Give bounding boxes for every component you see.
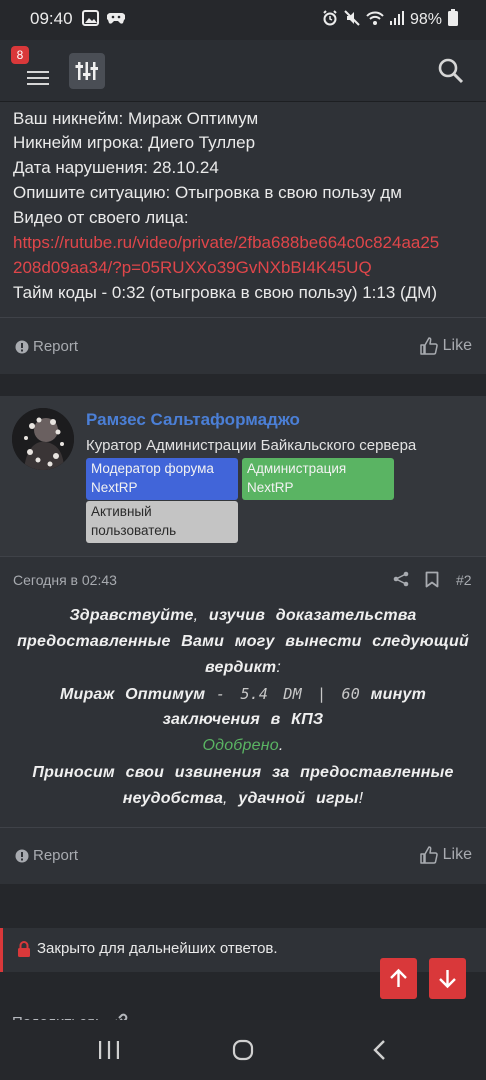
report-button[interactable]: Report: [15, 338, 78, 355]
badge-line: Администрация: [247, 461, 347, 476]
badge-line: пользователь: [91, 523, 177, 538]
penalty-text: - 5.4 DM | 60: [215, 685, 360, 703]
message-text: :: [276, 659, 281, 676]
scroll-bottom-button[interactable]: [429, 958, 466, 999]
like-label: Like: [442, 337, 472, 354]
sliders-icon: [75, 62, 98, 80]
post-text-line: Опишите ситуацию: Отыгровка в свою польз…: [13, 183, 402, 202]
message-line: Мираж Оптимум - 5.4 DM | 60 минут: [0, 685, 486, 704]
battery-percent: 98%: [409, 11, 442, 28]
report-label: Report: [33, 847, 79, 864]
message-text: Здравствуйте: [69, 607, 194, 624]
post-author-block: Рамзес Сальтаформаджо Куратор Администра…: [0, 396, 486, 556]
post-text-line: Никнейм игрока: Диего Туллер: [13, 133, 256, 152]
username-link[interactable]: Рамзес Сальтаформаджо: [86, 410, 300, 430]
video-link-continued[interactable]: 208d09aa34/?p=05RUXXo39GvNXbBI4K45UQ: [13, 258, 372, 278]
message-text: вердикт: [205, 659, 277, 676]
post-date[interactable]: Сегодня в 02:43: [13, 572, 117, 588]
message-text: удачной игры: [238, 790, 359, 807]
badge-line: NextRP: [247, 480, 294, 495]
timecodes-text: Тайм коды - 0:32 (отыгровка в свою польз…: [13, 283, 438, 302]
game-icon: [106, 10, 126, 26]
message-line: Приносим свои извинения за предоставленн…: [32, 764, 454, 781]
message-line: вердикт:: [0, 659, 486, 677]
message-text: неудобства: [122, 790, 224, 807]
message-line: предоставленные Вами могу вынести следую…: [17, 633, 469, 650]
message-line: неудобства, удачной игры!: [0, 790, 486, 808]
report-label: Report: [33, 338, 79, 355]
bookmark-icon[interactable]: [425, 571, 439, 593]
signal-icon: [389, 10, 404, 31]
back-icon: [373, 1040, 385, 1060]
badge-line: Модератор форума: [91, 461, 214, 476]
divider: [0, 827, 486, 828]
badge-moderator: Модератор форума NextRP: [86, 458, 238, 500]
video-link[interactable]: https://rutube.ru/video/private/2fba688b…: [13, 233, 439, 253]
status-bar: 09:40 98%: [0, 0, 486, 40]
message-text: изучив доказательства: [208, 607, 417, 624]
closed-text: Закрыто для дальнейших ответов.: [37, 940, 278, 957]
message-text: Мираж Оптимум: [59, 686, 206, 703]
post-number[interactable]: #2: [456, 572, 472, 588]
like-button[interactable]: Like: [419, 846, 472, 864]
thumbs-up-icon: [419, 846, 438, 864]
image-icon: [82, 10, 99, 26]
home-icon: [232, 1039, 254, 1061]
badge-line: Активный: [91, 504, 152, 519]
alarm-icon: [322, 9, 338, 31]
message-text: минут: [370, 686, 427, 703]
avatar[interactable]: [12, 408, 74, 470]
back-button[interactable]: [372, 1039, 388, 1066]
post-reply: Рамзес Сальтаформаджо Куратор Администра…: [0, 396, 486, 884]
alert-icon: [15, 849, 29, 862]
like-button[interactable]: Like: [419, 337, 472, 355]
message-text: !: [358, 790, 364, 807]
post-previous: Ваш никнейм: Мираж Оптимум Никнейм игрок…: [0, 102, 486, 374]
home-button[interactable]: [232, 1039, 254, 1066]
post-text-line: Видео от своего лица:: [13, 208, 189, 227]
search-icon: [438, 58, 464, 84]
post-text-line: Ваш никнейм: Мираж Оптимум: [13, 109, 259, 128]
badge-active-user: Активный пользователь: [86, 501, 238, 543]
message-text: .: [278, 737, 284, 754]
message-text: ,: [193, 607, 199, 624]
search-button[interactable]: [436, 56, 466, 86]
forum-logo[interactable]: [69, 53, 105, 89]
status-left-icons: [82, 10, 126, 26]
message-line: Одобрено.: [0, 737, 486, 755]
battery-icon: [448, 9, 458, 31]
message-text: ,: [223, 790, 228, 807]
message-line: Здравствуйте, изучив доказательства: [0, 607, 486, 625]
badge-line: NextRP: [91, 480, 138, 495]
divider: [0, 556, 486, 557]
status-time: 09:40: [30, 9, 73, 28]
approved-status: Одобрено: [202, 737, 279, 754]
user-title: Куратор Администрации Байкальского серве…: [86, 437, 417, 454]
thumbs-up-icon: [419, 337, 438, 355]
scroll-top-button[interactable]: [380, 958, 417, 999]
arrow-up-icon: [390, 968, 407, 987]
post-text-line: Дата нарушения: 28.10.24: [13, 158, 219, 177]
report-button[interactable]: Report: [15, 847, 78, 864]
notification-badge: 8: [11, 46, 29, 64]
message-line: заключения в КПЗ: [162, 711, 324, 728]
badge-administration: Администрация NextRP: [242, 458, 394, 500]
wifi-icon: [366, 10, 384, 31]
like-label: Like: [442, 846, 472, 863]
arrow-down-icon: [439, 970, 456, 989]
recent-apps-icon: [99, 1041, 119, 1059]
system-navigation-bar: [0, 1020, 486, 1080]
divider: [0, 317, 486, 318]
mute-icon: [344, 9, 360, 31]
alert-icon: [15, 340, 29, 353]
lock-icon: [17, 941, 31, 962]
status-right-icons: 98%: [322, 9, 458, 31]
share-icon[interactable]: [393, 571, 409, 592]
recent-apps-button[interactable]: [98, 1040, 120, 1065]
app-header: 8: [0, 40, 486, 102]
